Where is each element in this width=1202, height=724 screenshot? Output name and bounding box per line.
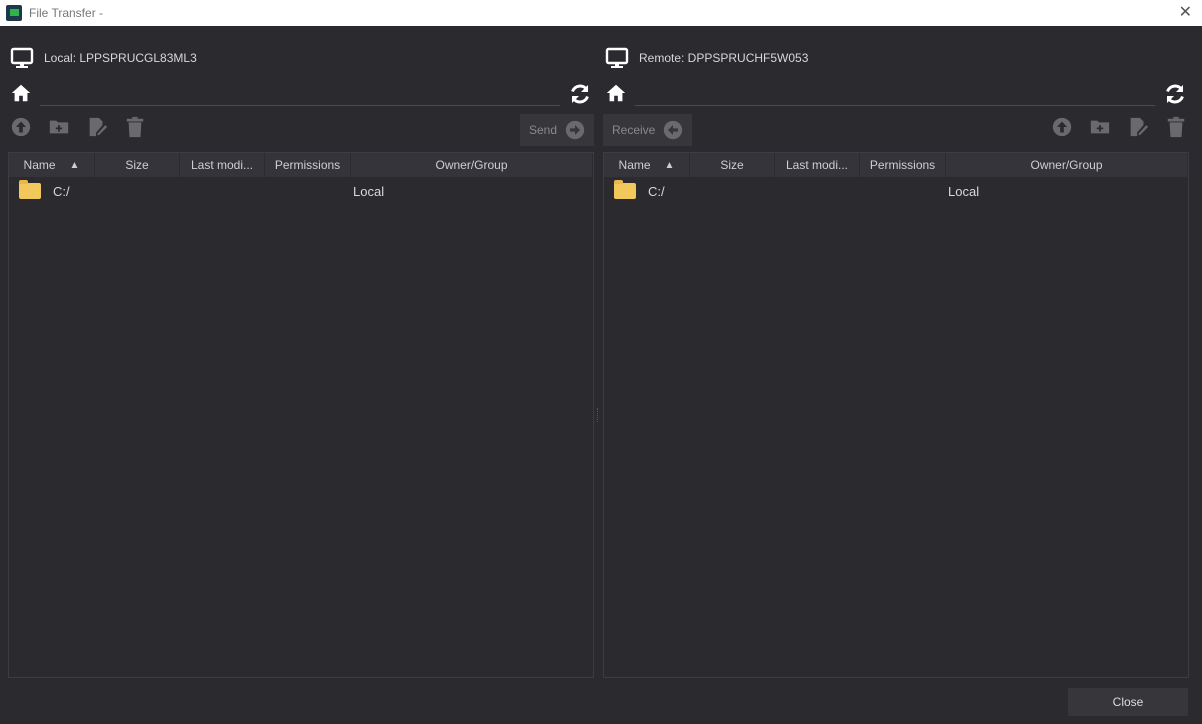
column-size[interactable]: Size (690, 153, 775, 177)
column-permissions[interactable]: Permissions (860, 153, 946, 177)
refresh-icon[interactable] (568, 82, 592, 106)
monitor-icon (605, 47, 629, 68)
arrow-left-circle-icon (664, 120, 683, 140)
send-button[interactable]: Send (519, 114, 594, 146)
file-owner: Local (353, 183, 385, 199)
sort-ascending-icon: ▲ (664, 159, 675, 171)
column-name-label: Name (23, 158, 56, 172)
file-row[interactable]: C:/ Local (9, 177, 593, 205)
app-icon (6, 5, 22, 21)
remote-host-label: Remote: DPPSPRUCHF5W053 (639, 51, 809, 65)
delete-icon[interactable] (124, 116, 146, 138)
new-folder-icon[interactable] (48, 116, 70, 138)
remote-panel: Remote: DPPSPRUCHF5W053 Receive Name ▲ Si… (603, 26, 1189, 678)
home-icon[interactable] (10, 82, 32, 104)
column-last-modified[interactable]: Last modi... (775, 153, 860, 177)
column-owner-group[interactable]: Owner/Group (946, 153, 1188, 177)
receive-label: Receive (612, 123, 656, 137)
rename-icon[interactable] (1127, 116, 1149, 138)
delete-icon[interactable] (1165, 116, 1187, 138)
folder-icon (19, 180, 41, 199)
home-icon[interactable] (605, 82, 627, 104)
local-panel: Local: LPPSPRUCGL83ML3 Send Name ▲ Size L… (8, 26, 594, 678)
file-name: C:/ (648, 183, 665, 199)
parent-directory-icon[interactable] (10, 116, 32, 138)
parent-directory-icon[interactable] (1051, 116, 1073, 138)
remote-list-header: Name ▲ Size Last modi... Permissions Owne… (604, 153, 1188, 177)
remote-host: Remote: DPPSPRUCHF5W053 (605, 46, 808, 70)
new-folder-icon[interactable] (1089, 116, 1111, 138)
window-title: File Transfer - (29, 6, 104, 20)
refresh-icon[interactable] (1163, 82, 1187, 106)
arrow-right-circle-icon (565, 120, 585, 140)
sort-ascending-icon: ▲ (69, 159, 80, 171)
remote-file-list[interactable]: Name ▲ Size Last modi... Permissions Owne… (603, 152, 1189, 678)
local-path-input[interactable] (40, 82, 560, 106)
local-host-label: Local: LPPSPRUCGL83ML3 (44, 51, 197, 65)
local-file-list[interactable]: Name ▲ Size Last modi... Permissions Owne… (8, 152, 594, 678)
column-permissions[interactable]: Permissions (265, 153, 351, 177)
rename-icon[interactable] (86, 116, 108, 138)
column-name[interactable]: Name ▲ (9, 153, 95, 177)
file-name: C:/ (53, 183, 70, 199)
close-button[interactable]: Close (1068, 688, 1188, 716)
column-name[interactable]: Name ▲ (604, 153, 690, 177)
column-size[interactable]: Size (95, 153, 180, 177)
local-host: Local: LPPSPRUCGL83ML3 (10, 46, 197, 70)
receive-button[interactable]: Receive (603, 114, 693, 146)
send-label: Send (528, 123, 557, 137)
file-owner: Local (948, 183, 980, 199)
column-last-modified[interactable]: Last modi... (180, 153, 265, 177)
column-name-label: Name (618, 158, 651, 172)
folder-icon (614, 180, 636, 199)
monitor-icon (10, 47, 34, 68)
panel-splitter[interactable] (597, 408, 599, 422)
file-row[interactable]: C:/ Local (604, 177, 1188, 205)
remote-path-input[interactable] (635, 82, 1155, 106)
local-list-header: Name ▲ Size Last modi... Permissions Owne… (9, 153, 593, 177)
title-bar: File Transfer - ✕ (0, 0, 1202, 26)
window-close-icon[interactable]: ✕ (1179, 2, 1192, 22)
column-owner-group[interactable]: Owner/Group (351, 153, 593, 177)
